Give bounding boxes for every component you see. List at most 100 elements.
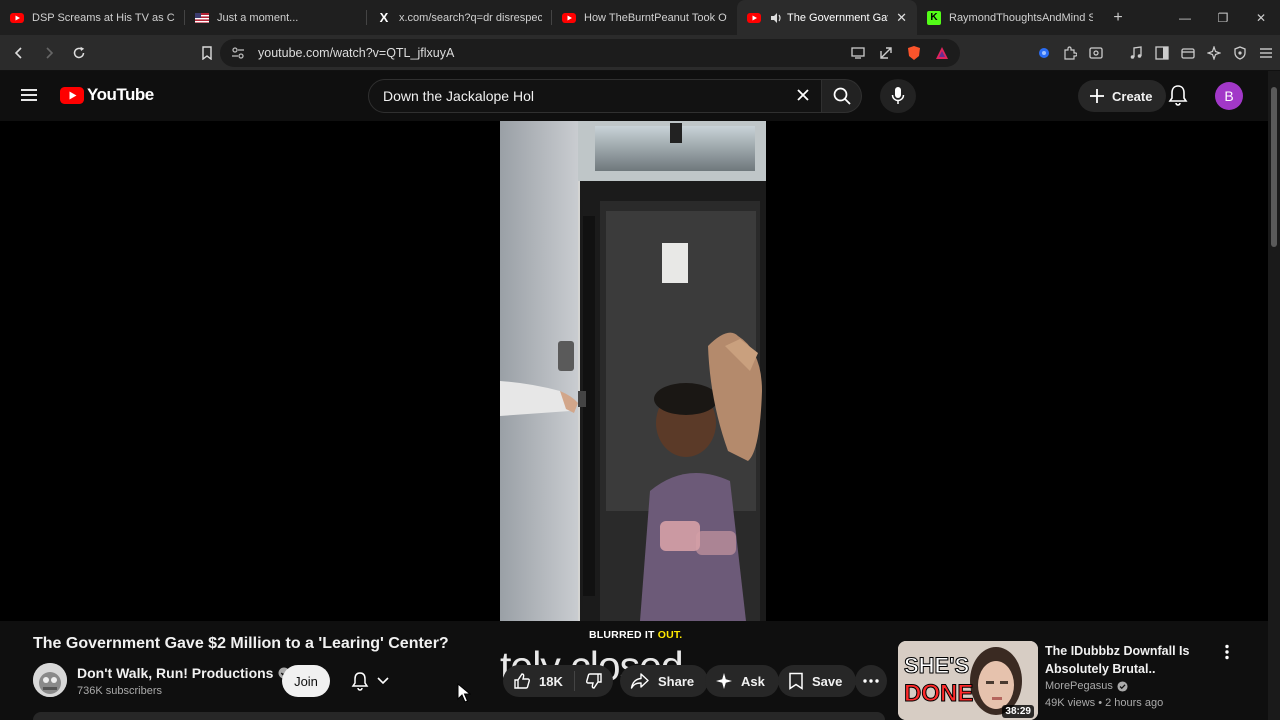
browser-toolbar: youtube.com/watch?v=QTL_jflxuyA <box>0 35 1280 71</box>
close-window-icon[interactable]: ✕ <box>1242 0 1280 35</box>
vpn-shield-icon[interactable] <box>1232 45 1248 61</box>
thumbs-down-icon <box>586 673 602 689</box>
verified-icon <box>1117 680 1128 692</box>
sparkle-icon <box>716 673 732 689</box>
extension-icon[interactable] <box>1036 45 1052 61</box>
youtube-logo-text: YouTube <box>87 85 154 104</box>
microphone-icon <box>891 87 905 104</box>
close-tab-icon[interactable]: ✕ <box>896 10 907 26</box>
browser-tab[interactable]: K RaymondThoughtsAndMind Str <box>917 0 1103 35</box>
leo-ai-icon[interactable] <box>1206 45 1222 61</box>
page-scrollbar[interactable] <box>1268 71 1280 720</box>
wallet-icon[interactable] <box>1088 45 1104 61</box>
description-box[interactable] <box>33 712 885 720</box>
tab-title: How TheBurntPeanut Took Over <box>584 11 727 24</box>
plus-icon <box>1090 89 1104 103</box>
cast-icon[interactable] <box>850 45 866 61</box>
youtube-header: YouTube Down the Jackalope Hol Create B <box>0 71 1268 121</box>
youtube-icon <box>747 11 761 25</box>
bookmark-icon <box>789 672 803 690</box>
recommendation-channel-text: MorePegasus <box>1045 680 1113 692</box>
thumbnail-text-1: SHE'S <box>904 653 969 678</box>
ask-button[interactable]: Ask <box>705 665 779 697</box>
chevron-down-icon <box>377 677 389 685</box>
bell-icon <box>351 672 369 691</box>
channel-name[interactable]: Don't Walk, Run! Productions <box>77 665 290 681</box>
recommendation-channel[interactable]: MorePegasus <box>1045 680 1128 692</box>
youtube-logo[interactable]: YouTube <box>60 85 154 105</box>
like-dislike-group: 18K <box>503 665 613 697</box>
save-button[interactable]: Save <box>778 665 857 697</box>
subscription-bell-button[interactable] <box>340 665 400 697</box>
forward-icon[interactable] <box>36 40 62 66</box>
reload-icon[interactable] <box>66 40 92 66</box>
minimize-icon[interactable]: ― <box>1166 0 1204 35</box>
browser-tab-active[interactable]: The Government Gave $ ✕ <box>737 0 917 35</box>
browser-tab[interactable]: X x.com/search?q=dr disrespect m <box>367 0 552 35</box>
url-text: youtube.com/watch?v=QTL_jflxuyA <box>258 46 455 60</box>
youtube-icon <box>10 11 24 25</box>
tab-title: x.com/search?q=dr disrespect m <box>399 11 542 24</box>
brave-rewards-icon[interactable] <box>934 45 950 61</box>
duration-badge: 38:29 <box>1002 705 1034 718</box>
browser-tab[interactable]: How TheBurntPeanut Took Over <box>552 0 737 35</box>
channel-avatar[interactable] <box>33 663 67 697</box>
speaker-icon[interactable] <box>769 11 783 25</box>
search-button[interactable] <box>822 79 862 113</box>
recommendation-meta: 49K views • 2 hours ago <box>1045 697 1164 709</box>
brave-shield-icon[interactable] <box>906 45 922 61</box>
puzzle-icon[interactable] <box>1062 45 1078 61</box>
browser-tab[interactable]: DSP Screams at His TV as Call of <box>0 0 185 35</box>
media-icon[interactable] <box>1128 45 1144 61</box>
back-icon[interactable] <box>6 40 32 66</box>
search-value: Down the Jackalope Hol <box>383 88 534 104</box>
share-button[interactable]: Share <box>620 665 709 697</box>
more-actions-button[interactable] <box>855 665 887 697</box>
search-icon <box>833 87 851 105</box>
sidebar-icon[interactable] <box>1154 45 1170 61</box>
tab-title: Just a moment... <box>217 11 299 24</box>
site-info-icon[interactable] <box>230 45 246 61</box>
thumbs-up-icon <box>514 673 530 689</box>
create-label: Create <box>1112 88 1153 104</box>
video-caption-small: BLURRED IT OUT. <box>589 629 682 641</box>
join-button[interactable]: Join <box>282 665 330 697</box>
notifications-icon[interactable] <box>1168 84 1188 111</box>
voice-search-button[interactable] <box>880 79 916 113</box>
video-scene-image <box>500 121 766 621</box>
restore-icon[interactable]: ❐ <box>1204 0 1242 35</box>
scrollbar-thumb[interactable] <box>1271 87 1277 247</box>
wallet-card-icon[interactable] <box>1180 45 1196 61</box>
browser-tab-strip: DSP Screams at His TV as Call of Just a … <box>0 0 1280 35</box>
flag-icon <box>195 11 209 25</box>
extensions-area <box>1036 35 1274 71</box>
caption-yellow-text: OUT. <box>657 629 683 641</box>
tab-title: RaymondThoughtsAndMind Str <box>949 11 1093 24</box>
dislike-button[interactable] <box>575 672 613 690</box>
video-player[interactable]: BLURRED IT OUT. tely closed <box>0 121 1268 689</box>
clear-search-icon[interactable] <box>795 87 811 108</box>
save-label: Save <box>812 673 843 689</box>
youtube-icon <box>562 11 576 25</box>
more-vertical-icon[interactable] <box>1220 644 1234 665</box>
video-frame[interactable] <box>500 121 766 621</box>
caption-white-text: BLURRED IT <box>589 629 658 641</box>
recommendation-title[interactable]: The IDubbbz Downfall Is Absolutely Bruta… <box>1045 642 1215 678</box>
share-page-icon[interactable] <box>878 45 894 61</box>
subscriber-count: 736K subscribers <box>77 685 162 697</box>
bookmark-icon[interactable] <box>194 40 220 66</box>
address-bar[interactable]: youtube.com/watch?v=QTL_jflxuyA <box>220 39 960 67</box>
menu-icon[interactable] <box>1258 45 1274 61</box>
kick-icon: K <box>927 10 941 25</box>
search-input[interactable]: Down the Jackalope Hol <box>368 79 822 113</box>
browser-tab[interactable]: Just a moment... <box>185 0 367 35</box>
recommendation-thumbnail[interactable]: SHE'S DONE 38:29 <box>898 641 1038 720</box>
guide-menu-icon[interactable] <box>20 87 38 108</box>
create-button[interactable]: Create <box>1078 80 1167 112</box>
avatar[interactable]: B <box>1215 82 1243 110</box>
mouse-cursor-icon <box>457 682 472 708</box>
like-button[interactable]: 18K <box>503 671 575 691</box>
more-horizontal-icon <box>863 679 879 683</box>
new-tab-button[interactable]: + <box>1103 9 1133 27</box>
ask-label: Ask <box>741 673 765 689</box>
